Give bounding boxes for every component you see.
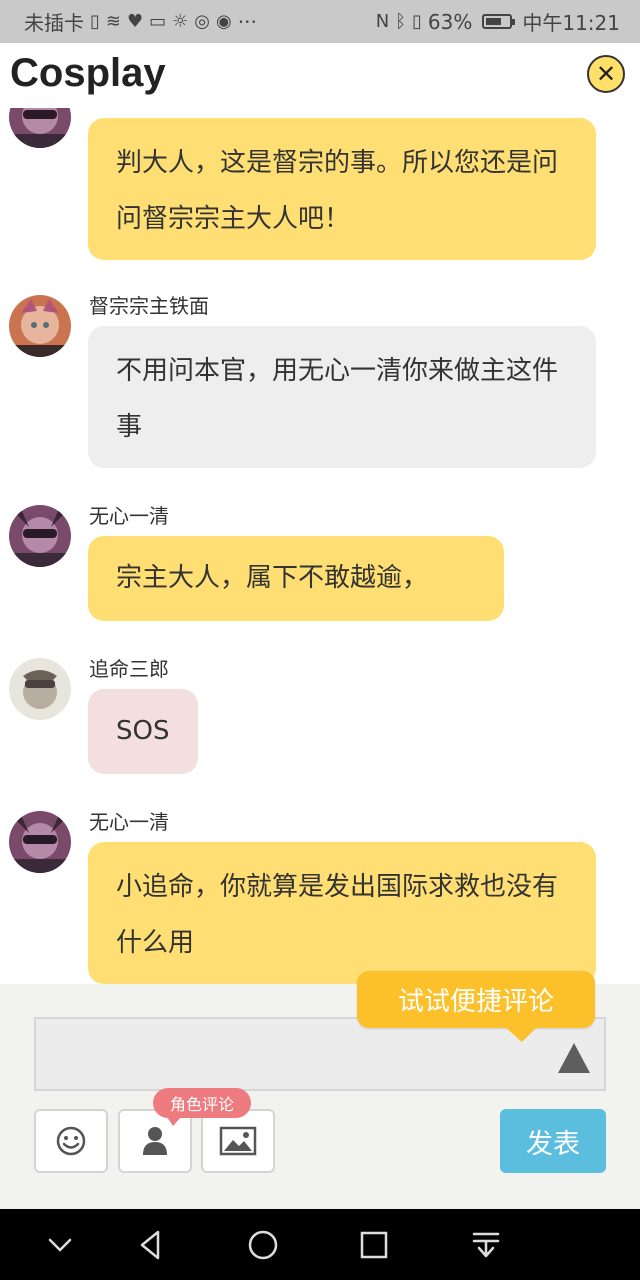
message-text: SOS (116, 716, 170, 746)
sender-name: 无心一清 (89, 504, 169, 528)
message-bubble: 判大人，这是督宗的事。所以您还是问问督宗宗主大人吧！ (88, 118, 596, 260)
message-text: 宗主大人，属下不敢越逾， (116, 563, 429, 593)
avatar-wuxin-yiqing[interactable] (9, 108, 71, 148)
status-right: N ᛒ ▯ 63% 中午11:21 (376, 7, 620, 36)
header: Cosplay ✕ (0, 43, 640, 108)
sender-name: 督宗宗主铁面 (89, 294, 209, 318)
avatar-zhuiming-sanlang[interactable] (9, 658, 71, 720)
bulb-icon: ☼ (172, 11, 189, 32)
avatar-tiemian[interactable] (9, 295, 71, 357)
back-triangle-icon (140, 1230, 160, 1260)
message-bubble: 不用问本官，用无心一清你来做主这件事 (88, 326, 596, 468)
close-icon: ✕ (595, 60, 617, 88)
vibrate-icon: ▯ (412, 11, 422, 32)
status-bar: 未插卡 ▯ ≋ ♥ ▭ ☼ ◎ ◉ ··· N ᛒ ▯ 63% 中午11:21 (0, 0, 640, 43)
notification-pulldown-button[interactable] (467, 1226, 505, 1264)
battery-percent: 63% (427, 9, 473, 34)
expand-triangle-icon[interactable] (558, 1043, 590, 1073)
message-text: 不用问本官，用无心一清你来做主这件事 (116, 356, 559, 442)
person-icon (143, 1127, 167, 1155)
browser-icon: ◉ (216, 11, 232, 32)
emoji-icon (56, 1126, 86, 1156)
carrier-label: 未插卡 (24, 11, 84, 35)
health-icon: ♥ (127, 11, 144, 32)
send-label: 发表 (526, 1128, 580, 1160)
home-circle-icon (248, 1230, 278, 1260)
comment-composer: 试试便捷评论 角色评论 发表 (0, 971, 640, 1209)
message-text: 判大人，这是督宗的事。所以您还是问问督宗宗主大人吧！ (116, 148, 559, 234)
hide-nav-button[interactable] (41, 1226, 79, 1264)
message-bubble: SOS (88, 689, 198, 774)
quick-comment-tip[interactable]: 试试便捷评论 (357, 971, 595, 1028)
avatar-wuxin-yiqing[interactable] (9, 505, 71, 567)
bluetooth-icon: ᛒ (395, 11, 406, 32)
sender-name: 追命三郎 (89, 657, 169, 681)
back-button[interactable] (132, 1226, 170, 1264)
home-button[interactable] (244, 1226, 282, 1264)
message-text: 小追命，你就算是发出国际求救也没有什么用 (116, 872, 559, 958)
avatar-image (9, 108, 71, 148)
recents-square-icon (360, 1231, 388, 1259)
avatar-image (9, 295, 71, 357)
chat-list[interactable]: 判大人，这是督宗的事。所以您还是问问督宗宗主大人吧！ 督宗宗主铁面 不用问本官，… (0, 108, 640, 984)
message-bubble: 宗主大人，属下不敢越逾， (88, 536, 504, 621)
avatar-image (9, 658, 71, 720)
avatar-wuxin-yiqing[interactable] (9, 811, 71, 873)
battery-icon (482, 14, 516, 29)
page-title: Cosplay (10, 51, 166, 95)
status-left: 未插卡 ▯ ≋ ♥ ▭ ☼ ◎ ◉ ··· (24, 7, 257, 36)
nfc-icon: N (375, 11, 390, 32)
image-button[interactable] (201, 1109, 275, 1173)
recents-button[interactable] (355, 1226, 393, 1264)
role-comment-tag: 角色评论 (153, 1088, 251, 1126)
alarm-icon: ◎ (194, 11, 211, 32)
chevron-down-icon (48, 1238, 72, 1252)
avatar-image (9, 505, 71, 567)
image-icon (219, 1126, 257, 1156)
app-notification-icon: ▭ (149, 11, 167, 32)
quick-comment-tip-label: 试试便捷评论 (397, 987, 554, 1017)
emoji-button[interactable] (34, 1109, 108, 1173)
role-comment-label: 角色评论 (169, 1095, 234, 1114)
sim-alert-icon: ▯ (90, 11, 100, 32)
system-nav-bar (0, 1209, 640, 1280)
message-bubble: 小追命，你就算是发出国际求救也没有什么用 (88, 842, 596, 984)
more-notifications: ··· (237, 9, 257, 34)
send-button[interactable]: 发表 (500, 1109, 606, 1173)
close-button[interactable]: ✕ (587, 55, 625, 93)
clock: 中午11:21 (522, 11, 620, 35)
sender-name: 无心一清 (89, 810, 169, 834)
avatar-image (9, 811, 71, 873)
wifi-icon: ≋ (105, 11, 121, 32)
pulldown-icon (472, 1232, 500, 1258)
